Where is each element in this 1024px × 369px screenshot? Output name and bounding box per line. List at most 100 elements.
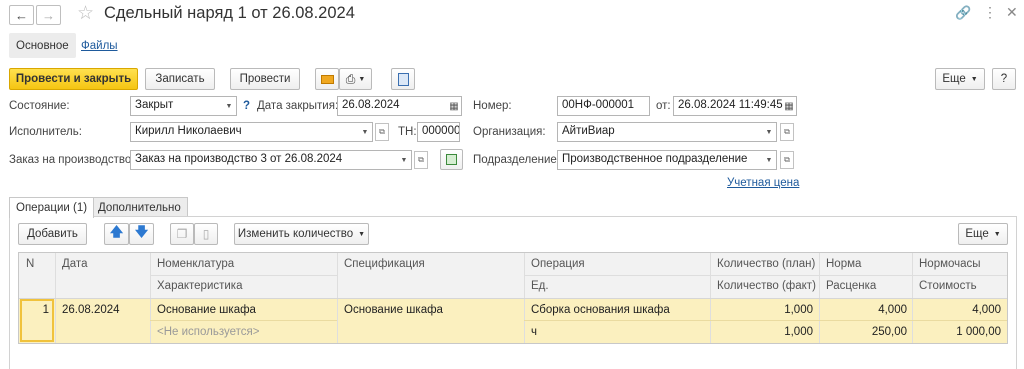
department-select[interactable]: Производственное подразделение ▼ — [557, 150, 777, 170]
header-operation[interactable]: Операция — [531, 258, 585, 270]
chevron-down-icon: ▼ — [361, 128, 369, 136]
paste-button[interactable]: ▯ — [194, 223, 218, 245]
tab-files[interactable]: Файлы — [74, 33, 125, 58]
open-icon: ⧉ — [784, 155, 790, 164]
cell-qty-fact: 1,000 — [784, 326, 813, 338]
more-button[interactable]: Еще ▼ — [935, 68, 985, 90]
department-open-button[interactable]: ⧉ — [780, 151, 794, 169]
chevron-down-icon: ▼ — [765, 128, 773, 136]
state-select[interactable]: Закрыт ▼ — [130, 96, 237, 116]
chevron-down-icon: ▼ — [993, 230, 1001, 238]
header-n[interactable]: N — [26, 258, 34, 270]
print-button[interactable]: ⎙ ▼ — [339, 68, 372, 90]
tab-operations[interactable]: Операции (1) — [9, 197, 95, 218]
chevron-down-icon: ▼ — [970, 75, 978, 83]
production-order-label: Заказ на производство: — [9, 154, 135, 166]
header-rate[interactable]: Расценка — [826, 280, 876, 292]
report-button[interactable] — [391, 68, 415, 90]
cell-norm-hours: 4,000 — [972, 304, 1001, 316]
star-icon[interactable]: ☆ — [77, 2, 94, 25]
from-date-field[interactable]: 26.08.2024 11:49:45 ▦ — [673, 96, 797, 116]
state-label: Состояние: — [9, 100, 70, 112]
cell-norm: 4,000 — [878, 304, 907, 316]
cell-operation: Сборка основания шкафа — [531, 304, 670, 316]
header-unit[interactable]: Ед. — [531, 280, 549, 292]
envelope-icon — [320, 74, 334, 84]
executor-select[interactable]: Кирилл Николаевич ▼ — [130, 122, 373, 142]
post-button[interactable]: Провести — [230, 68, 300, 90]
post-and-close-button[interactable]: Провести и закрыть — [9, 68, 138, 90]
cell-qty-plan: 1,000 — [784, 304, 813, 316]
arrow-down-icon: 🡇 — [134, 224, 149, 239]
open-icon: ⧉ — [784, 127, 790, 136]
header-specification[interactable]: Спецификация — [344, 258, 425, 270]
copy-icon: ❐ — [176, 227, 188, 241]
table-more-button[interactable]: Еще ▼ — [958, 223, 1008, 245]
move-up-button[interactable]: 🡅 — [104, 223, 129, 245]
table-more-label: Еще — [965, 228, 989, 240]
header-date[interactable]: Дата — [62, 258, 87, 270]
close-date-value: 26.08.2024 — [342, 99, 400, 111]
accounting-price-link[interactable]: Учетная цена — [727, 177, 799, 189]
executor-open-button[interactable]: ⧉ — [375, 123, 389, 141]
fill-icon — [446, 154, 457, 165]
header-cost[interactable]: Стоимость — [919, 280, 977, 292]
help-label: ? — [1000, 73, 1008, 85]
header-qty-fact[interactable]: Количество (факт) — [717, 280, 816, 292]
header-norm-hours[interactable]: Нормочасы — [919, 258, 981, 270]
printer-icon: ⎙ — [345, 71, 356, 86]
state-help-icon[interactable]: ? — [243, 100, 250, 112]
add-label: Добавить — [27, 228, 78, 240]
cell-cost: 1 000,00 — [956, 326, 1001, 338]
executor-value: Кирилл Николаевич — [135, 125, 242, 137]
production-order-open-button[interactable]: ⧉ — [414, 151, 428, 169]
organization-select[interactable]: АйтиВиар ▼ — [557, 122, 777, 142]
organization-open-button[interactable]: ⧉ — [780, 123, 794, 141]
link-icon[interactable]: 🔗 — [955, 5, 971, 21]
arrow-up-icon: 🡅 — [109, 224, 124, 239]
header-norm[interactable]: Норма — [826, 258, 861, 270]
cell-unit: ч — [531, 326, 537, 338]
header-nomenclature[interactable]: Номенклатура — [157, 258, 234, 270]
paste-icon: ▯ — [202, 227, 210, 241]
arrow-left-icon: ← — [15, 7, 28, 23]
more-menu-icon[interactable]: ⋮ — [983, 4, 997, 21]
page-title: Сдельный наряд 1 от 26.08.2024 — [104, 4, 355, 22]
report-icon — [397, 72, 409, 86]
change-quantity-button[interactable]: Изменить количество ▼ — [234, 223, 369, 245]
add-button[interactable]: Добавить — [18, 223, 87, 245]
open-icon: ⧉ — [418, 155, 424, 164]
help-button[interactable]: ? — [992, 68, 1016, 90]
open-icon: ⧉ — [379, 127, 385, 136]
production-order-select[interactable]: Заказ на производство 3 от 26.08.2024 ▼ — [130, 150, 412, 170]
header-characteristic[interactable]: Характеристика — [157, 280, 243, 292]
move-down-button[interactable]: 🡇 — [129, 223, 154, 245]
fill-from-order-button[interactable] — [440, 149, 463, 170]
email-button[interactable] — [315, 68, 339, 90]
operations-table[interactable]: N Дата Номенклатура Характеристика Специ… — [18, 252, 1008, 344]
calendar-icon[interactable]: ▦ — [447, 97, 461, 115]
organization-label: Организация: — [473, 126, 546, 138]
close-date-field[interactable]: 26.08.2024 ▦ — [337, 96, 462, 116]
header-qty-plan[interactable]: Количество (план) — [717, 258, 815, 270]
chevron-down-icon: ▼ — [358, 75, 366, 83]
cell-n: 1 — [42, 304, 49, 316]
tn-field[interactable]: 000000 — [417, 122, 460, 142]
close-icon[interactable]: ✕ — [1006, 4, 1018, 21]
forward-button[interactable]: → — [36, 5, 61, 25]
save-label: Записать — [155, 73, 205, 85]
tab-additional[interactable]: Дополнительно — [91, 197, 188, 217]
back-button[interactable]: ← — [9, 5, 34, 25]
copy-button[interactable]: ❐ — [170, 223, 194, 245]
tab-main[interactable]: Основное — [9, 33, 76, 58]
number-field[interactable]: 00НФ-000001 — [557, 96, 650, 116]
calendar-icon[interactable]: ▦ — [782, 97, 796, 115]
chevron-down-icon: ▼ — [400, 156, 408, 164]
tab-operations-label: Операции (1) — [16, 202, 88, 214]
tab-additional-label: Дополнительно — [98, 201, 181, 214]
tab-files-label: Файлы — [81, 39, 118, 52]
close-date-label: Дата закрытия: — [257, 100, 339, 112]
save-button[interactable]: Записать — [145, 68, 215, 90]
cell-specification: Основание шкафа — [344, 304, 443, 316]
tab-main-label: Основное — [16, 39, 69, 52]
